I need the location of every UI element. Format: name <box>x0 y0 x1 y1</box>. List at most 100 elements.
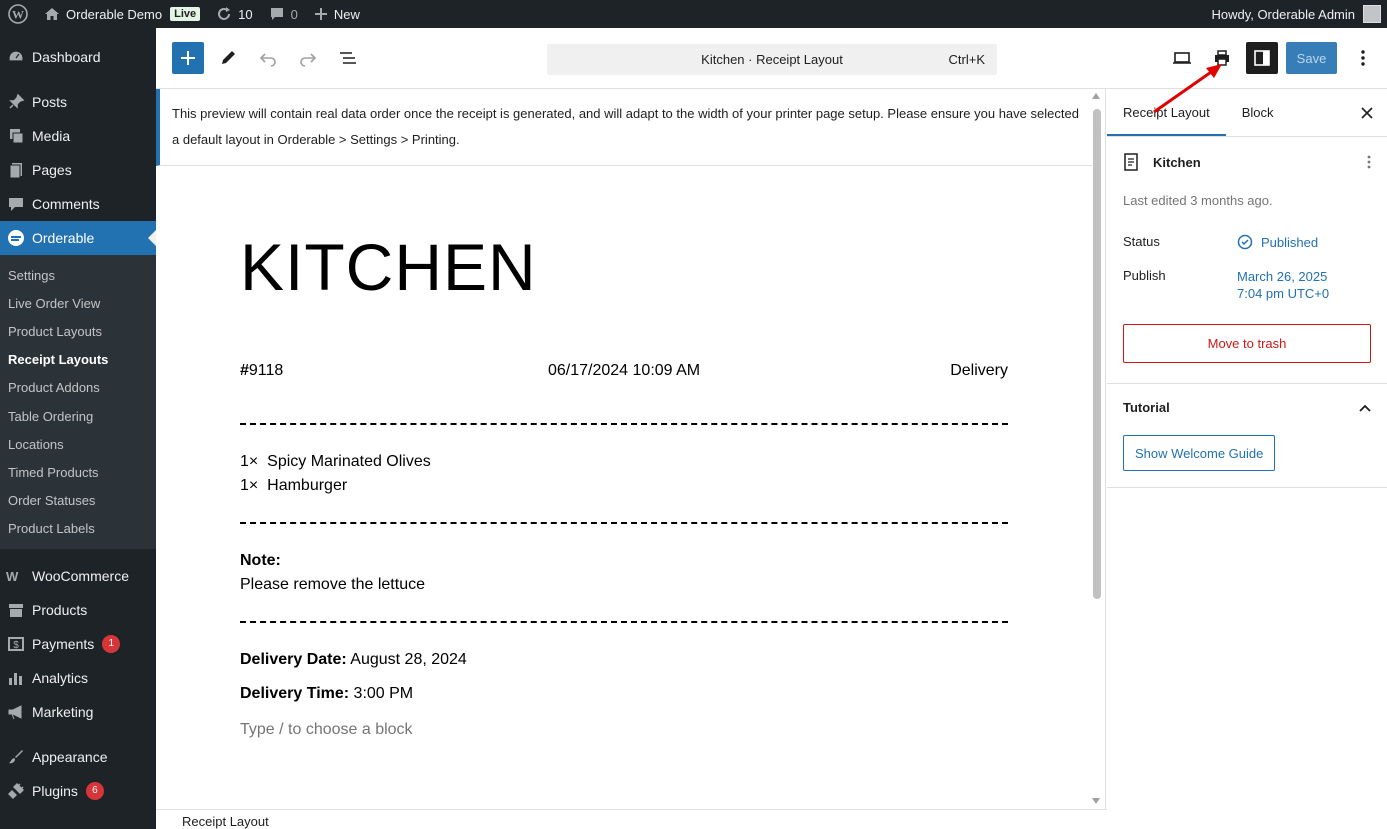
updates-link[interactable]: 10 <box>208 0 260 28</box>
order-number-value: 9118 <box>248 362 284 379</box>
admin-sidebar: Dashboard Posts Media Pages Comments Ord… <box>0 28 156 829</box>
plus-icon <box>314 7 328 21</box>
menu-analytics[interactable]: Analytics <box>0 661 156 695</box>
publish-row: Publish March 26, 2025 7:04 pm UTC+0 <box>1123 268 1371 302</box>
menu-pages[interactable]: Pages <box>0 153 156 187</box>
submenu-live-order-view[interactable]: Live Order View <box>0 289 156 317</box>
comments-count: 0 <box>290 6 298 22</box>
menu-payments[interactable]: $ Payments 1 <box>0 627 156 661</box>
document-overview-button[interactable] <box>332 42 364 74</box>
menu-appearance[interactable]: Appearance <box>0 740 156 774</box>
status-text: Published <box>1261 234 1319 250</box>
menu-label: Payments <box>32 635 95 652</box>
menu-posts[interactable]: Posts <box>0 85 156 119</box>
canvas-scrollbar[interactable] <box>1093 105 1101 805</box>
menu-marketing[interactable]: Marketing <box>0 695 156 729</box>
comments-icon <box>6 194 26 214</box>
submenu-product-addons[interactable]: Product Addons <box>0 374 156 402</box>
pin-icon <box>6 92 26 112</box>
plugins-count-badge: 6 <box>85 781 104 800</box>
plug-icon <box>6 781 26 801</box>
undo-button[interactable] <box>252 42 284 74</box>
document-card-title: Kitchen <box>1123 153 1371 171</box>
submenu-table-ordering[interactable]: Table Ordering <box>0 402 156 430</box>
publish-date-link[interactable]: March 26, 2025 7:04 pm UTC+0 <box>1237 268 1329 302</box>
menu-products[interactable]: Products <box>0 593 156 627</box>
site-name-link[interactable]: Orderable Demo Live <box>36 0 208 28</box>
menu-label: Orderable <box>32 230 95 246</box>
block-placeholder[interactable]: Type / to choose a block <box>240 718 413 742</box>
published-check-icon <box>1237 234 1253 250</box>
document-icon <box>1123 153 1139 171</box>
block-inserter-button[interactable] <box>172 42 204 74</box>
save-button[interactable]: Save <box>1286 42 1337 74</box>
submenu-product-labels[interactable]: Product Labels <box>0 515 156 543</box>
submenu-timed-products[interactable]: Timed Products <box>0 458 156 486</box>
show-welcome-guide-button[interactable]: Show Welcome Guide <box>1123 435 1276 471</box>
move-to-trash-button[interactable]: Move to trash <box>1123 324 1371 363</box>
menu-media[interactable]: Media <box>0 119 156 153</box>
menu-label: Appearance <box>32 748 108 765</box>
menu-comments[interactable]: Comments <box>0 187 156 221</box>
submenu-receipt-layouts[interactable]: Receipt Layouts <box>0 346 156 374</box>
menu-label: Dashboard <box>32 49 101 65</box>
command-palette-bar[interactable]: Kitchen · Receipt Layout Ctrl+K <box>547 44 997 75</box>
menu-plugins[interactable]: Plugins 6 <box>0 774 156 808</box>
menu-orderable[interactable]: Orderable <box>0 221 156 255</box>
submenu-settings[interactable]: Settings <box>0 261 156 289</box>
item-qty: 1× <box>240 477 259 494</box>
tab-block[interactable]: Block <box>1226 89 1290 136</box>
submenu-order-statuses[interactable]: Order Statuses <box>0 487 156 515</box>
item-name: Spicy Marinated Olives <box>267 453 431 470</box>
close-icon[interactable] <box>1361 103 1373 124</box>
note-label[interactable]: Note: <box>240 549 281 573</box>
submenu-product-layouts[interactable]: Product Layouts <box>0 317 156 345</box>
status-value[interactable]: Published <box>1237 234 1318 250</box>
scroll-up-arrow[interactable] <box>1092 93 1100 99</box>
options-menu-button[interactable] <box>1347 42 1379 74</box>
separator <box>240 621 1008 623</box>
scroll-down-arrow[interactable] <box>1092 798 1100 804</box>
tutorial-header[interactable]: Tutorial <box>1123 400 1371 415</box>
delivery-time-value: 3:00 PM <box>353 685 414 702</box>
chevron-up-icon <box>1359 404 1371 412</box>
device-preview-button[interactable] <box>1166 42 1198 74</box>
publish-time: 7:04 pm UTC+0 <box>1237 286 1330 301</box>
new-content-link[interactable]: New <box>306 0 368 28</box>
menu-label: Comments <box>32 196 100 212</box>
more-vertical-icon <box>1361 50 1365 66</box>
delivery-date-value: August 28, 2024 <box>350 651 467 668</box>
settings-sidebar-toggle[interactable] <box>1246 42 1278 74</box>
updates-count: 10 <box>238 6 253 22</box>
submenu-locations[interactable]: Locations <box>0 430 156 458</box>
note-text[interactable]: Please remove the lettuce <box>240 573 425 597</box>
tools-button[interactable] <box>212 42 244 74</box>
avatar <box>1363 5 1381 23</box>
menu-dashboard[interactable]: Dashboard <box>0 40 156 74</box>
svg-text:W: W <box>6 569 19 583</box>
delivery-time-label: Delivery Time: <box>240 685 350 702</box>
comments-link[interactable]: 0 <box>261 0 306 28</box>
order-meta-row[interactable]: #9118 06/17/2024 10:09 AM Delivery <box>240 362 1008 380</box>
delivery-time[interactable]: Delivery Time: 3:00 PM <box>240 682 413 706</box>
account-menu[interactable]: Howdy, Orderable Admin <box>1203 0 1387 28</box>
line-item[interactable]: 1× Hamburger <box>240 474 347 498</box>
receipt-title[interactable]: KITCHEN <box>240 234 537 300</box>
more-vertical-icon[interactable] <box>1367 155 1371 172</box>
panel-tabs: Receipt Layout Block <box>1107 89 1387 137</box>
menu-woocommerce[interactable]: W WooCommerce <box>0 559 156 593</box>
line-item[interactable]: 1× Spicy Marinated Olives <box>240 450 431 474</box>
home-icon <box>44 6 60 22</box>
comment-bubble-icon <box>269 6 285 22</box>
menu-label: WooCommerce <box>32 567 129 584</box>
print-button[interactable] <box>1206 42 1238 74</box>
delivery-date[interactable]: Delivery Date: August 28, 2024 <box>240 648 467 672</box>
svg-text:W: W <box>12 8 24 22</box>
scrollbar-thumb[interactable] <box>1093 109 1101 599</box>
printer-icon <box>1215 50 1229 66</box>
breadcrumb-item[interactable]: Receipt Layout <box>182 814 269 829</box>
redo-button[interactable] <box>292 42 324 74</box>
separator <box>240 522 1008 524</box>
wordpress-logo-icon[interactable]: W <box>0 0 36 28</box>
tab-receipt-layout[interactable]: Receipt Layout <box>1107 89 1226 136</box>
